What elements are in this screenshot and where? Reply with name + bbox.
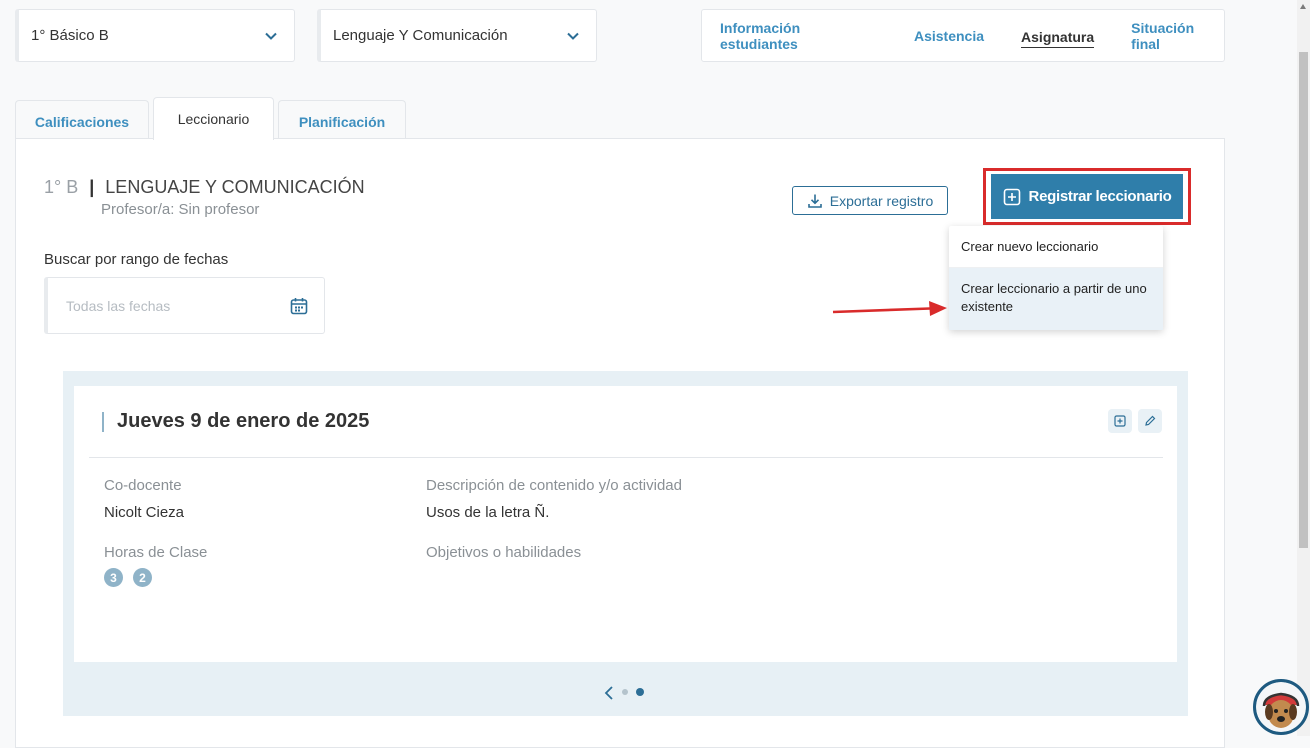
tab-calificaciones[interactable]: Calificaciones xyxy=(15,100,149,140)
register-button-label: Registrar leccionario xyxy=(1028,188,1172,205)
card-accent-bar xyxy=(102,412,104,432)
scrollbar-thumb[interactable] xyxy=(1299,52,1308,548)
nav-informacion-estudiantes[interactable]: Información estudiantes xyxy=(720,14,877,58)
hora-badge: 3 xyxy=(104,568,123,587)
red-arrow-annotation xyxy=(832,301,947,316)
nav-situacion-final[interactable]: Situación final xyxy=(1131,14,1224,58)
download-icon xyxy=(807,194,822,208)
heading-separator: | xyxy=(89,177,95,197)
hora-badge: 2 xyxy=(133,568,152,587)
export-button-label: Exportar registro xyxy=(829,192,934,209)
horas-label: Horas de Clase xyxy=(104,544,208,561)
date-range-input[interactable]: Todas las fechas xyxy=(44,277,325,334)
register-dropdown-menu: Crear nuevo leccionario Crear leccionari… xyxy=(949,226,1163,330)
register-leccionario-button[interactable]: Registrar leccionario xyxy=(991,174,1183,219)
export-button[interactable]: Exportar registro xyxy=(792,186,948,215)
plus-square-icon xyxy=(1003,188,1020,205)
date-range-placeholder: Todas las fechas xyxy=(66,297,171,314)
nav-asignatura[interactable]: Asignatura xyxy=(1021,23,1095,48)
course-short: 1° B xyxy=(44,177,79,197)
carousel-dot[interactable] xyxy=(622,689,628,695)
descripcion-label: Descripción de contenido y/o actividad xyxy=(426,477,682,494)
subject-select-value: Lenguaje Y Comunicación xyxy=(333,27,508,44)
tab-leccionario[interactable]: Leccionario xyxy=(153,97,274,140)
panel-heading: 1° B | LENGUAJE Y COMUNICACIÓN xyxy=(44,177,365,198)
plus-square-icon xyxy=(1114,415,1126,427)
codocente-value: Nicolt Cieza xyxy=(104,504,185,521)
section-nav: Información estudiantes Asistencia Asign… xyxy=(701,9,1225,62)
teacher-label: Profesor/a: Sin profesor xyxy=(101,201,260,218)
menu-item-crear-nuevo[interactable]: Crear nuevo leccionario xyxy=(949,226,1163,268)
register-button-highlight: Registrar leccionario xyxy=(983,168,1191,225)
edit-leccionario-button[interactable] xyxy=(1138,409,1162,433)
course-select[interactable]: 1° Básico B xyxy=(15,9,295,62)
dog-avatar-icon xyxy=(1256,682,1306,732)
objetivos-label: Objetivos o habilidades xyxy=(426,544,582,561)
codocente-label: Co-docente xyxy=(104,477,182,494)
horas-list: 3 2 xyxy=(104,568,152,587)
nav-asistencia[interactable]: Asistencia xyxy=(914,22,984,50)
date-filter-label: Buscar por rango de fechas xyxy=(44,251,229,268)
descripcion-value: Usos de la letra Ñ. xyxy=(426,504,550,521)
subject-select[interactable]: Lenguaje Y Comunicación xyxy=(317,9,597,62)
menu-item-crear-desde-existente[interactable]: Crear leccionario a partir de uno existe… xyxy=(949,268,1163,330)
avatar[interactable] xyxy=(1253,679,1309,735)
page-title: LENGUAJE Y COMUNICACIÓN xyxy=(105,177,365,197)
card-divider xyxy=(89,457,1163,458)
carousel-dot-active[interactable] xyxy=(636,688,644,696)
page-scrollbar[interactable] xyxy=(1297,0,1310,736)
chevron-down-icon xyxy=(265,32,277,40)
tab-planificacion[interactable]: Planificación xyxy=(278,100,406,140)
scrollbar-up-arrow[interactable] xyxy=(1300,4,1306,9)
calendar-icon[interactable] xyxy=(290,297,308,315)
pencil-icon xyxy=(1145,415,1156,426)
duplicate-leccionario-button[interactable] xyxy=(1108,409,1132,433)
chevron-down-icon xyxy=(567,32,579,40)
course-select-value: 1° Básico B xyxy=(31,27,109,44)
card-date-title: Jueves 9 de enero de 2025 xyxy=(117,410,370,432)
chevron-left-icon[interactable] xyxy=(604,686,614,700)
